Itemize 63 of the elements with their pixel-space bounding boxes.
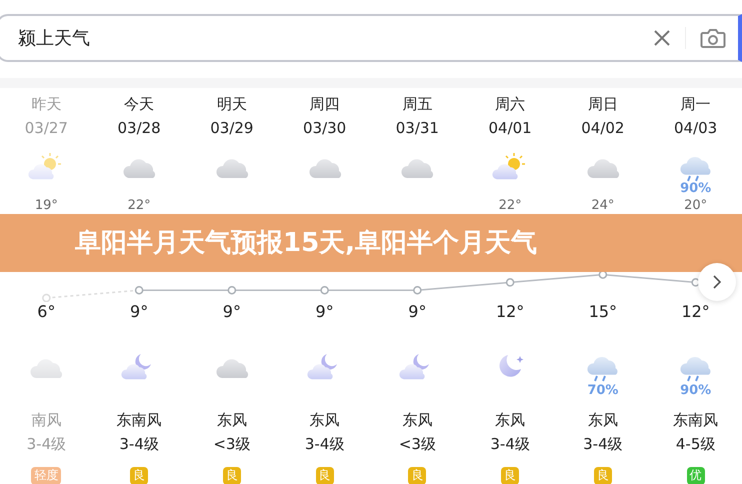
date-label: 03/28 — [118, 119, 161, 137]
wind-direction: 东南风 — [673, 411, 718, 429]
high-temperature: 22° — [128, 198, 151, 213]
wind-level: 4-5级 — [676, 435, 716, 453]
close-icon[interactable] — [653, 29, 671, 47]
wind-level: 3-4级 — [304, 435, 344, 453]
wind-level: 3-4级 — [583, 435, 623, 453]
low-temperature: 15° — [588, 302, 618, 321]
search-field[interactable]: 颍上天气 — [16, 24, 653, 52]
air-quality-tag: 轻度 — [31, 467, 62, 484]
low-temperature: 12° — [681, 302, 710, 321]
wind-direction: 东风 — [216, 411, 247, 429]
air-quality-tag: 良 — [594, 467, 612, 484]
air-quality-tag: 良 — [408, 467, 426, 484]
date-label: 04/03 — [674, 119, 718, 137]
precipitation-label: 70% — [587, 383, 618, 398]
high-temperature: 22° — [498, 198, 522, 213]
weekday-label: 周四 — [310, 95, 340, 113]
date-label: 04/01 — [488, 119, 532, 137]
precipitation-label: 90% — [680, 181, 712, 196]
wind-level: 3-4级 — [26, 435, 66, 453]
low-temperature: 9° — [316, 302, 334, 321]
date-label: 04/02 — [581, 119, 624, 137]
wind-direction: 东风 — [402, 411, 432, 429]
date-label: 03/27 — [24, 119, 68, 137]
weekday-label: 周日 — [588, 95, 618, 113]
air-quality-tag: 优 — [686, 467, 705, 484]
wind-direction: 东南风 — [116, 411, 162, 429]
wind-level: <3级 — [398, 435, 436, 453]
date-label: 03/29 — [210, 119, 254, 137]
air-quality-tag: 良 — [501, 467, 520, 484]
low-temperature: 9° — [130, 302, 148, 321]
air-quality-tag: 良 — [316, 467, 334, 484]
weekday-label: 今天 — [124, 95, 154, 113]
wind-direction: 东风 — [495, 411, 526, 429]
banner-title: 阜阳半月天气预报15天,阜阳半个月天气 — [75, 226, 538, 260]
high-temperature: 24° — [591, 198, 614, 213]
high-temperature: 19° — [34, 198, 58, 213]
date-label: 03/31 — [396, 119, 439, 137]
wind-level: 3-4级 — [490, 435, 530, 453]
low-temperature: 9° — [408, 302, 426, 321]
weekday-label: 昨天 — [31, 95, 62, 113]
weekday-label: 明天 — [216, 95, 247, 113]
air-quality-tag: 良 — [222, 467, 241, 484]
camera-icon[interactable] — [700, 27, 726, 49]
wind-direction: 东风 — [588, 411, 618, 429]
date-label: 03/30 — [303, 119, 346, 137]
search-bar[interactable]: 颍上天气 — [0, 14, 742, 62]
low-temperature: 9° — [222, 302, 241, 321]
wind-direction: 南风 — [31, 411, 62, 429]
low-temperature: 12° — [496, 302, 524, 321]
weekday-label: 周一 — [680, 95, 711, 113]
precipitation-label: 90% — [680, 383, 712, 398]
next-button[interactable] — [698, 263, 736, 301]
weekday-label: 周六 — [495, 95, 526, 113]
air-quality-tag: 良 — [130, 467, 148, 484]
high-temperature: 20° — [684, 198, 708, 213]
low-temperature: 6° — [37, 302, 56, 321]
weekday-label: 周五 — [402, 95, 432, 113]
wind-level: <3级 — [213, 435, 250, 453]
chevron-right-icon — [712, 274, 722, 290]
wind-level: 3-4级 — [119, 435, 159, 453]
wind-direction: 东风 — [310, 411, 340, 429]
